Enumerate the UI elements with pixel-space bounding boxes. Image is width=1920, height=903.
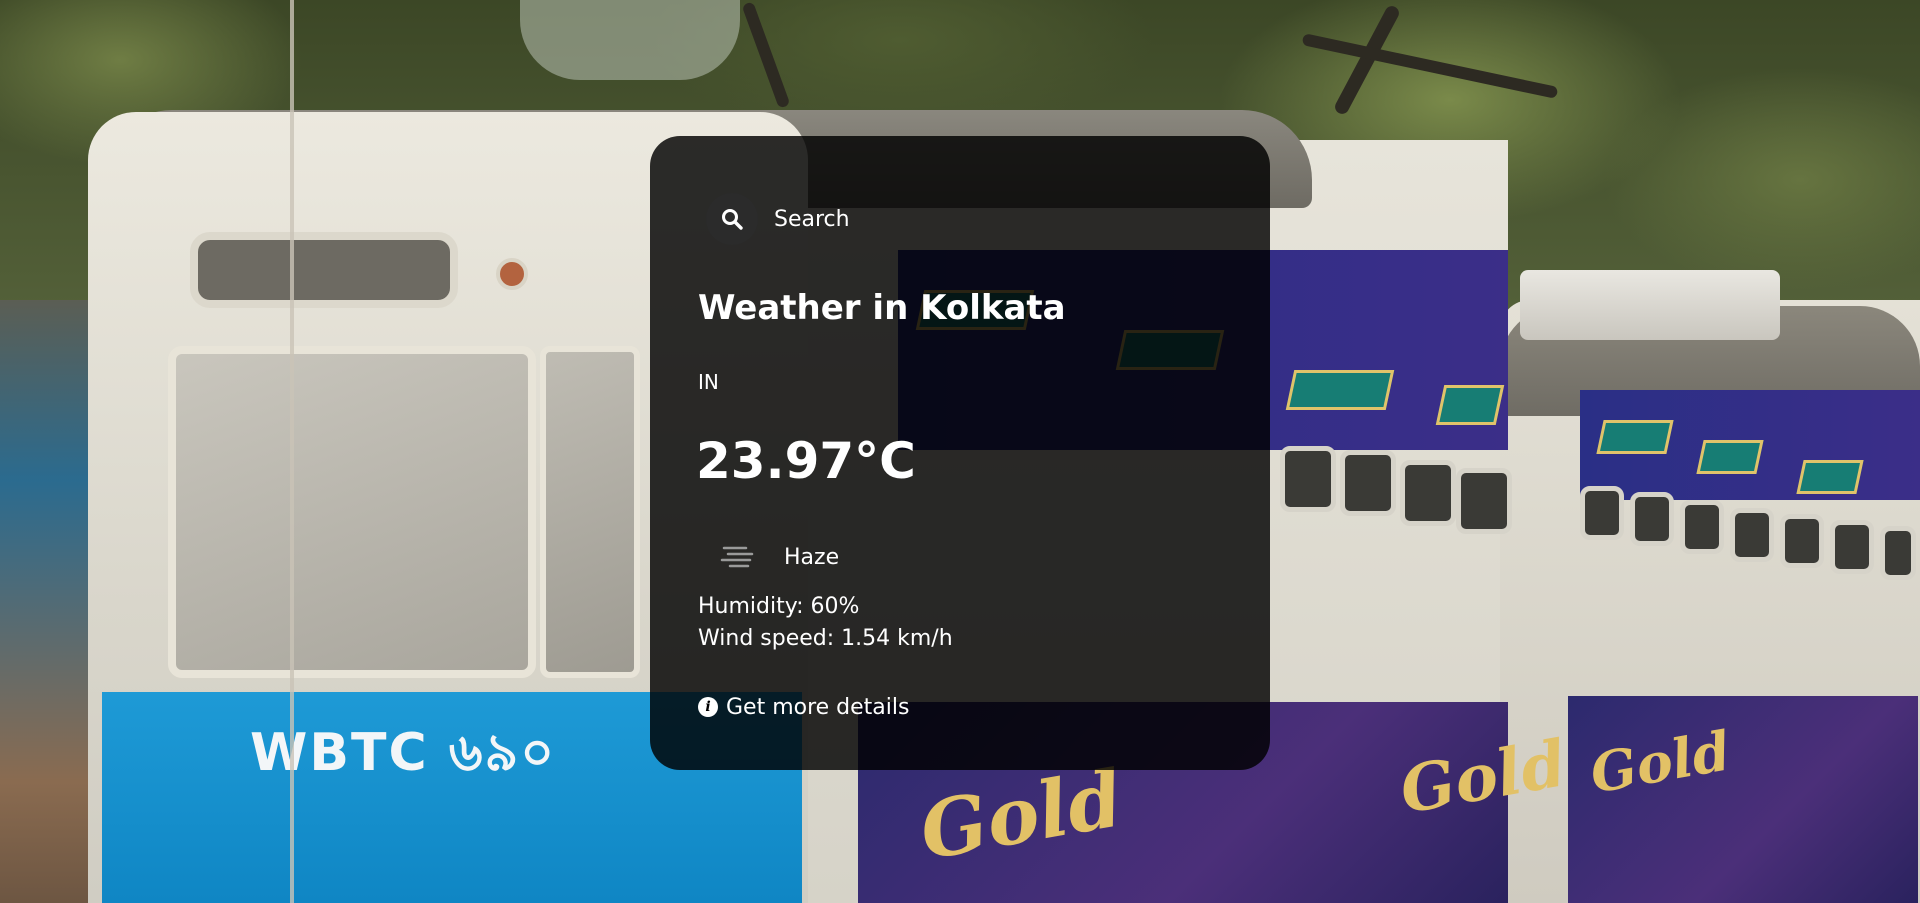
search-button[interactable] xyxy=(706,193,758,245)
tram-window xyxy=(1456,468,1512,534)
tram-front-window xyxy=(168,346,536,678)
city-title: Weather in Kolkata xyxy=(698,288,1066,328)
tram-headlight xyxy=(190,232,458,308)
banner-tag xyxy=(1696,440,1764,474)
tram-side-window xyxy=(540,346,640,678)
banner-tag xyxy=(1285,370,1395,410)
tram-window xyxy=(1580,486,1624,540)
tram-window xyxy=(1830,520,1874,574)
wind-speed-text: Wind speed: 1.54 km/h xyxy=(698,626,953,651)
more-details-link[interactable]: i Get more details xyxy=(698,692,909,722)
tram-window xyxy=(1400,460,1456,526)
humidity-text: Humidity: 60% xyxy=(698,594,860,619)
haze-icon xyxy=(714,533,762,581)
tram-plate-text: WBTC ৬৯০ xyxy=(250,723,557,783)
country-code: IN xyxy=(698,370,719,394)
search-input[interactable]: Search xyxy=(774,207,850,232)
tram-ac-unit xyxy=(1520,270,1780,340)
info-icon: i xyxy=(698,697,718,717)
tram-window xyxy=(1340,450,1396,516)
sky-patch xyxy=(520,0,740,80)
temperature-value: 23.97°C xyxy=(696,432,916,490)
overhead-pole xyxy=(290,0,294,903)
tram-window xyxy=(1280,446,1336,512)
roadside-stall xyxy=(0,300,100,903)
search-icon xyxy=(722,209,743,230)
tram-window xyxy=(1630,492,1674,546)
tram-lamp xyxy=(496,258,528,290)
condition-label: Haze xyxy=(784,544,840,570)
banner-tag xyxy=(1796,460,1864,494)
more-details-label: Get more details xyxy=(726,694,910,720)
tram-window xyxy=(1730,508,1774,562)
banner-tag xyxy=(1596,420,1674,454)
weather-card: Search Weather in Kolkata IN 23.97°C Haz… xyxy=(650,136,1270,770)
tram-window xyxy=(1780,514,1824,568)
tram-window xyxy=(1880,526,1916,580)
search-bar[interactable]: Search xyxy=(706,192,850,246)
weather-condition: Haze xyxy=(714,532,839,582)
banner-tag xyxy=(1435,385,1505,425)
tram-window xyxy=(1680,500,1724,554)
